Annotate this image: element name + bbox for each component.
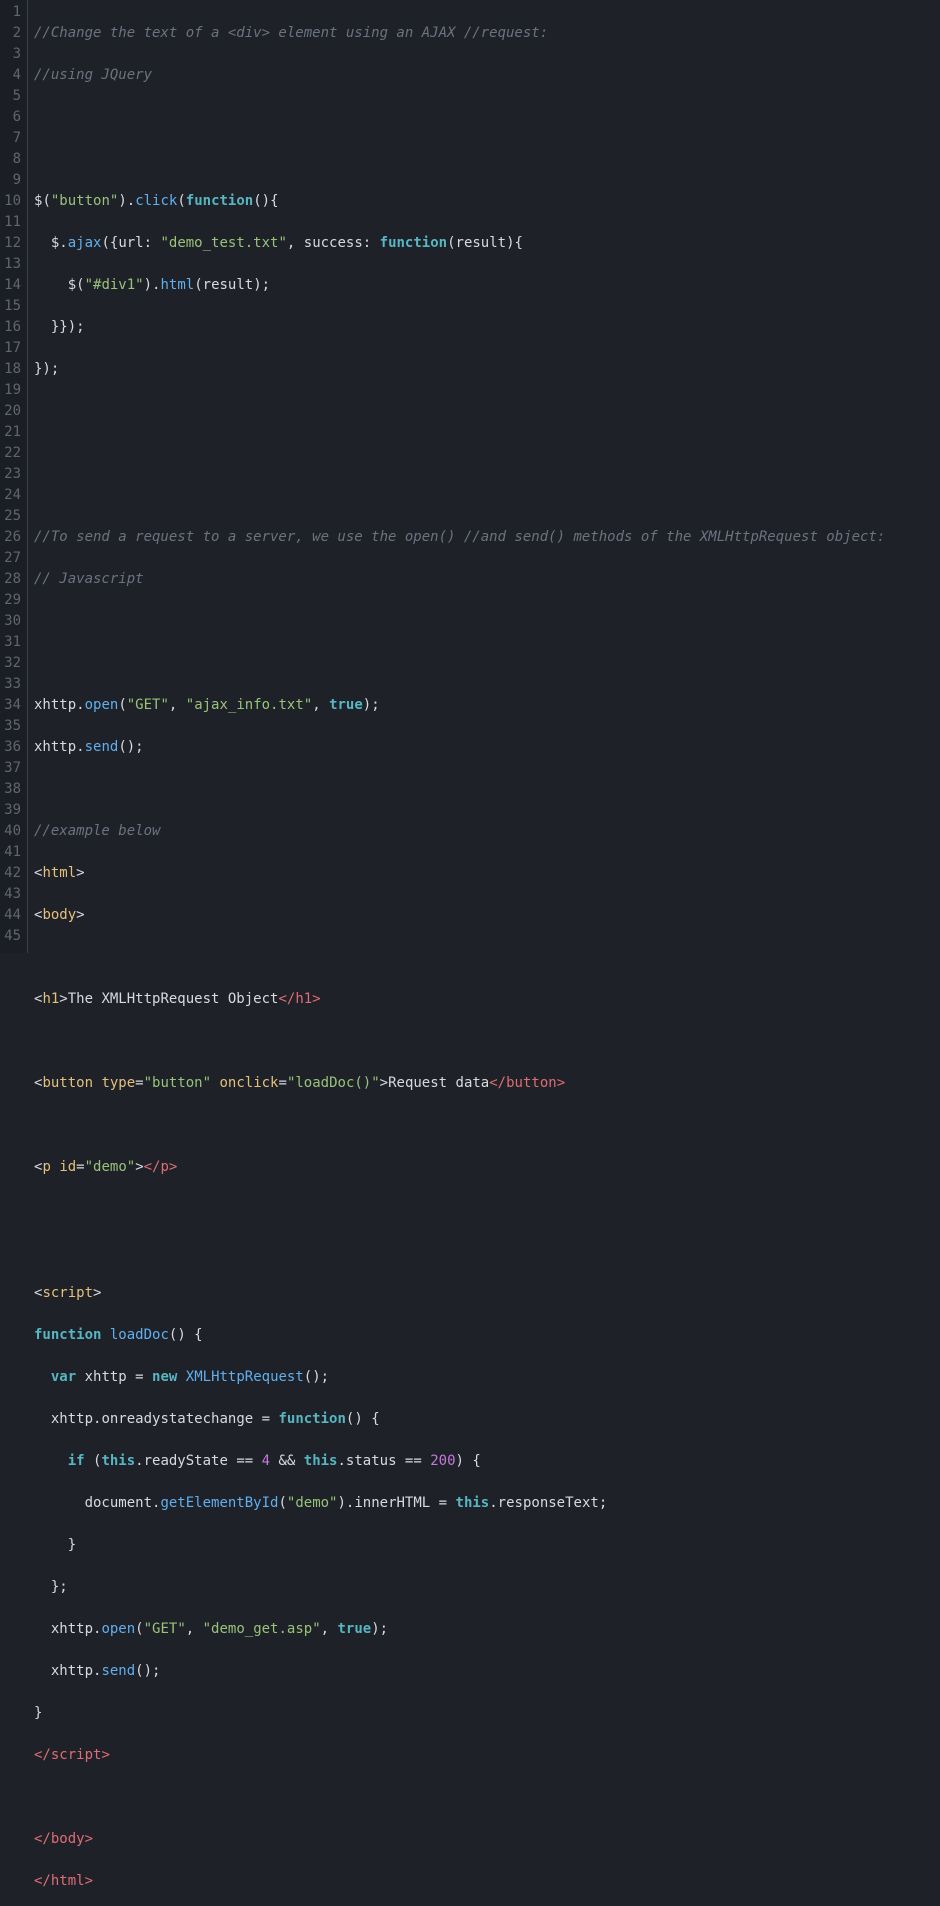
code-line xyxy=(34,1115,940,1136)
line-number: 8 xyxy=(2,149,21,170)
line-number: 29 xyxy=(2,590,21,611)
code-line: $("button").click(function(){ xyxy=(34,191,940,212)
line-number: 16 xyxy=(2,317,21,338)
line-number: 32 xyxy=(2,653,21,674)
code-line: </html> xyxy=(34,1871,940,1892)
code-line xyxy=(34,443,940,464)
code-line: } xyxy=(34,1535,940,1556)
code-line: //using JQuery xyxy=(34,65,940,86)
line-number: 3 xyxy=(2,44,21,65)
line-number: 9 xyxy=(2,170,21,191)
line-number: 34 xyxy=(2,695,21,716)
line-number: 39 xyxy=(2,800,21,821)
comment-text: //To send a request to a server, we use … xyxy=(34,529,885,545)
code-line: // Javascript xyxy=(34,569,940,590)
code-line xyxy=(34,401,940,422)
line-number: 4 xyxy=(2,65,21,86)
comment-text: //using JQuery xyxy=(34,67,152,83)
line-number: 36 xyxy=(2,737,21,758)
line-number: 21 xyxy=(2,422,21,443)
line-number: 5 xyxy=(2,86,21,107)
line-number: 24 xyxy=(2,485,21,506)
line-number: 13 xyxy=(2,254,21,275)
code-line: xhttp.onreadystatechange = function() { xyxy=(34,1409,940,1430)
code-line xyxy=(34,947,940,968)
line-number: 15 xyxy=(2,296,21,317)
line-number: 2 xyxy=(2,23,21,44)
code-line: xhttp.open("GET", "demo_get.asp", true); xyxy=(34,1619,940,1640)
code-line: </body> xyxy=(34,1829,940,1850)
line-number: 10 xyxy=(2,191,21,212)
line-number: 23 xyxy=(2,464,21,485)
code-line xyxy=(34,149,940,170)
line-number: 25 xyxy=(2,506,21,527)
line-number: 43 xyxy=(2,884,21,905)
line-number: 40 xyxy=(2,821,21,842)
code-line: <html> xyxy=(34,863,940,884)
code-line: $.ajax({url: "demo_test.txt", success: f… xyxy=(34,233,940,254)
code-editor-content[interactable]: //Change the text of a <div> element usi… xyxy=(28,0,940,953)
code-line: <button type="button" onclick="loadDoc()… xyxy=(34,1073,940,1094)
comment-text: //example below xyxy=(34,823,160,839)
code-line: <p id="demo"></p> xyxy=(34,1157,940,1178)
code-line xyxy=(34,611,940,632)
code-line: }); xyxy=(34,359,940,380)
line-number: 14 xyxy=(2,275,21,296)
line-number: 33 xyxy=(2,674,21,695)
line-number: 37 xyxy=(2,758,21,779)
code-line: var xhttp = new XMLHttpRequest(); xyxy=(34,1367,940,1388)
code-line: xhttp.open("GET", "ajax_info.txt", true)… xyxy=(34,695,940,716)
code-line xyxy=(34,485,940,506)
line-number: 38 xyxy=(2,779,21,800)
line-number: 44 xyxy=(2,905,21,926)
line-number: 30 xyxy=(2,611,21,632)
line-number: 12 xyxy=(2,233,21,254)
code-line: <h1>The XMLHttpRequest Object</h1> xyxy=(34,989,940,1010)
line-number: 17 xyxy=(2,338,21,359)
code-line: xhttp.send(); xyxy=(34,737,940,758)
line-number: 41 xyxy=(2,842,21,863)
code-line: }}); xyxy=(34,317,940,338)
code-line xyxy=(34,107,940,128)
code-line: //To send a request to a server, we use … xyxy=(34,527,940,548)
line-number: 20 xyxy=(2,401,21,422)
line-number: 26 xyxy=(2,527,21,548)
line-number: 19 xyxy=(2,380,21,401)
code-line: function loadDoc() { xyxy=(34,1325,940,1346)
code-line: }; xyxy=(34,1577,940,1598)
line-number: 1 xyxy=(2,2,21,23)
code-line xyxy=(34,779,940,800)
comment-text: //Change the text of a <div> element usi… xyxy=(34,25,548,41)
code-line: document.getElementById("demo").innerHTM… xyxy=(34,1493,940,1514)
code-line: </script> xyxy=(34,1745,940,1766)
comment-text: // Javascript xyxy=(34,571,144,587)
code-line: $("#div1").html(result); xyxy=(34,275,940,296)
code-line: xhttp.send(); xyxy=(34,1661,940,1682)
line-number-gutter: 1234567891011121314151617181920212223242… xyxy=(0,0,28,953)
code-line: //Change the text of a <div> element usi… xyxy=(34,23,940,44)
line-number: 6 xyxy=(2,107,21,128)
line-number: 18 xyxy=(2,359,21,380)
line-number: 45 xyxy=(2,926,21,947)
line-number: 31 xyxy=(2,632,21,653)
line-number: 35 xyxy=(2,716,21,737)
code-line xyxy=(34,1199,940,1220)
line-number: 7 xyxy=(2,128,21,149)
code-line xyxy=(34,653,940,674)
code-line xyxy=(34,1031,940,1052)
code-line: } xyxy=(34,1703,940,1724)
code-line: <script> xyxy=(34,1283,940,1304)
code-line: <body> xyxy=(34,905,940,926)
code-line xyxy=(34,1241,940,1262)
code-line: //example below xyxy=(34,821,940,842)
line-number: 28 xyxy=(2,569,21,590)
line-number: 11 xyxy=(2,212,21,233)
line-number: 27 xyxy=(2,548,21,569)
line-number: 22 xyxy=(2,443,21,464)
line-number: 42 xyxy=(2,863,21,884)
code-line xyxy=(34,1787,940,1808)
code-line: if (this.readyState == 4 && this.status … xyxy=(34,1451,940,1472)
